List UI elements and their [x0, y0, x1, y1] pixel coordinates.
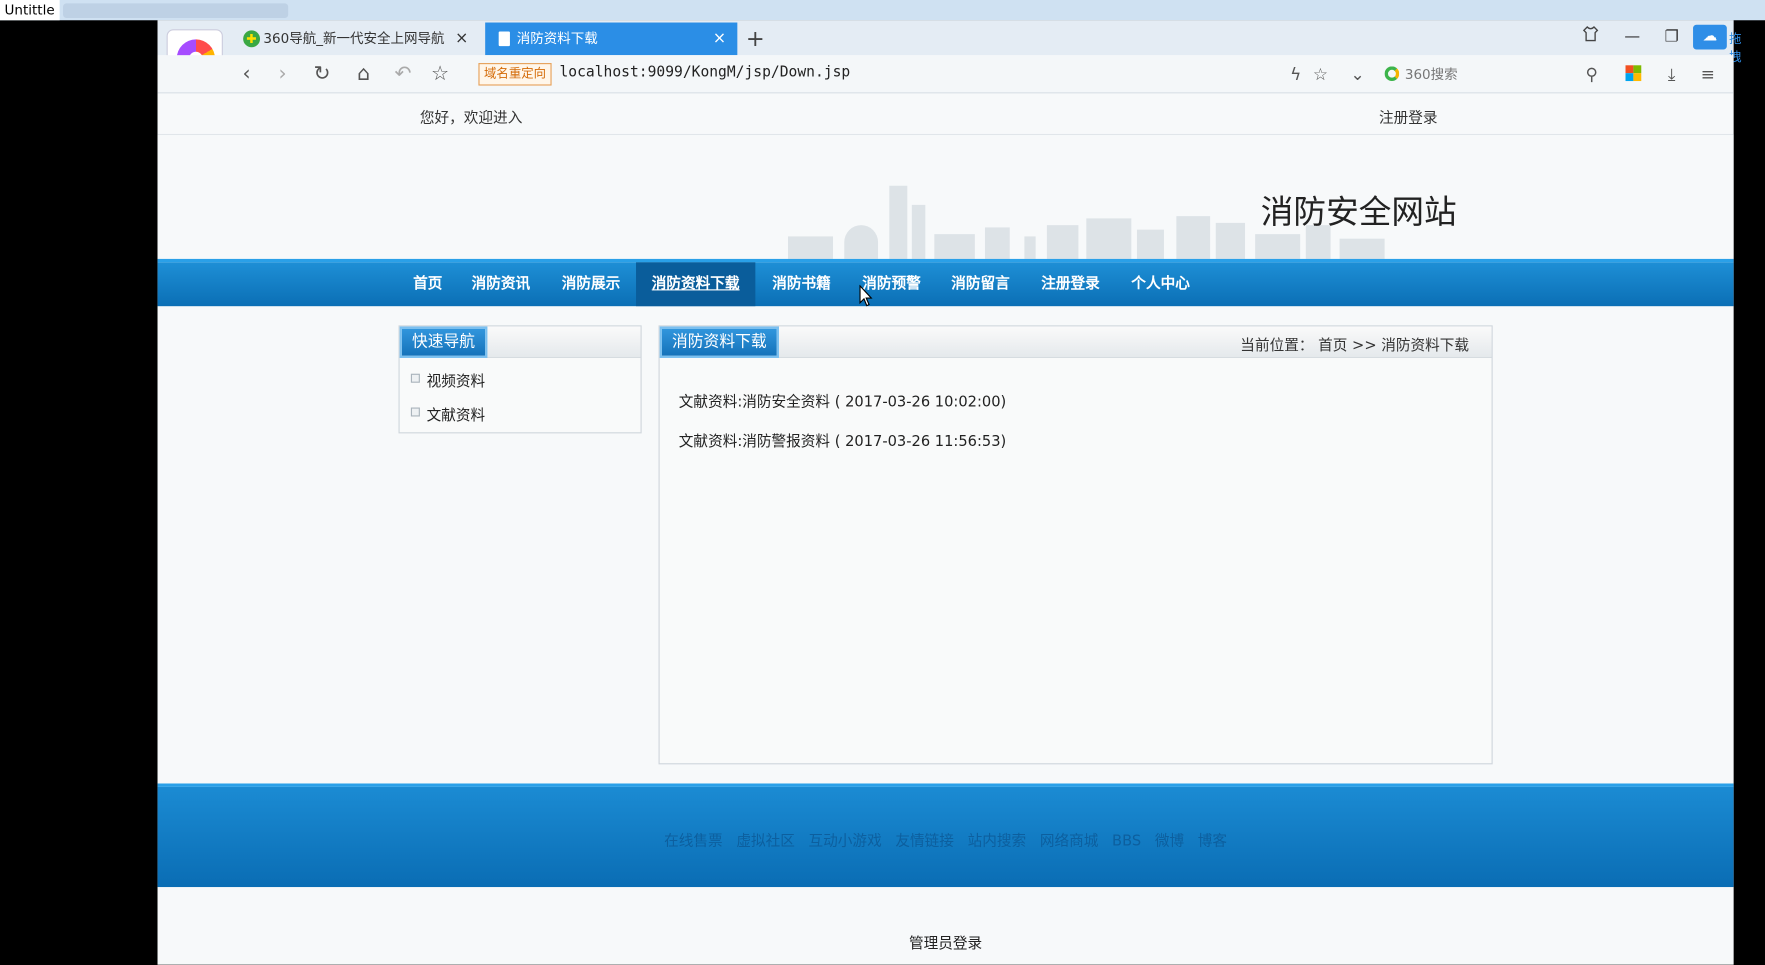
content-title: 消防资料下载 — [659, 326, 779, 358]
web-page: 您好，欢迎进入 注册登录 消防安全网站 首页 消防资讯 消防展示 消防资料下载 … — [157, 93, 1734, 965]
tab-label: 360导航_新一代安全上网导航 — [263, 30, 445, 47]
reload-icon[interactable]: ↻ — [307, 60, 336, 89]
nav-item-news[interactable]: 消防资讯 — [462, 262, 541, 306]
new-tab-button[interactable]: + — [744, 23, 767, 55]
footer-link[interactable]: 虚拟社区 — [736, 833, 795, 850]
main-nav: 首页 消防资讯 消防展示 消防资料下载 消防书籍 消防预警 消防留言 注册登录 … — [157, 258, 1734, 307]
site-title: 消防安全网站 — [1260, 192, 1457, 231]
os-title-bar: Untittle — [0, 0, 1765, 21]
favorite-star-icon[interactable]: ☆ — [426, 60, 455, 89]
footer-bar: 在线售票 虚拟社区 互动小游戏 友情链接 站内搜索 网络商城 BBS 微博 博客 — [157, 783, 1734, 888]
download-icon[interactable]: ⤓ — [1659, 62, 1684, 87]
nav-item-showcase[interactable]: 消防展示 — [552, 262, 631, 306]
undo-close-icon[interactable]: ↶ — [388, 60, 417, 89]
skin-icon[interactable] — [1571, 20, 1609, 55]
admin-login-link[interactable]: 管理员登录 — [158, 931, 1734, 952]
apps-icon[interactable] — [1625, 65, 1642, 82]
lightning-icon[interactable]: ϟ — [1283, 62, 1308, 87]
background-taskbar-item — [63, 3, 289, 19]
quick-nav-title: 快速导航 — [399, 326, 488, 358]
dropdown-chevron-icon[interactable]: ⌄ — [1345, 62, 1370, 87]
panel-header: 快速导航 — [399, 326, 641, 358]
footer-link[interactable]: BBS — [1112, 833, 1141, 850]
nav-item-books[interactable]: 消防书籍 — [762, 262, 841, 306]
footer-link[interactable]: 在线售票 — [664, 833, 723, 850]
os-window-title: Untittle — [0, 0, 60, 21]
home-icon[interactable]: ⌂ — [349, 60, 378, 89]
footer-link[interactable]: 互动小游戏 — [809, 833, 882, 850]
nav-item-downloads[interactable]: 消防资料下载 — [636, 262, 756, 307]
minimize-button[interactable]: — — [1613, 20, 1651, 55]
footer-link[interactable]: 微博 — [1155, 833, 1184, 850]
top-info-bar: 您好，欢迎进入 注册登录 — [157, 93, 1734, 136]
redirect-badge[interactable]: 域名重定向 — [478, 63, 552, 86]
360-search-icon — [1384, 66, 1400, 82]
nav-item-profile[interactable]: 个人中心 — [1121, 262, 1200, 306]
cloud-sync-icon[interactable]: ☁ — [1693, 24, 1727, 50]
mouse-cursor-icon — [859, 284, 873, 312]
site-banner: 消防安全网站 — [157, 135, 1734, 259]
content-panel: 消防资料下载 当前位置： 首页 >> 消防资料下载 文献资料:消防安全资料 ( … — [658, 325, 1493, 765]
quick-link-video[interactable]: 视频资料 — [427, 369, 486, 391]
address-input[interactable]: localhost:9099/KongM/jsp/Down.jsp — [559, 64, 850, 81]
quick-link-docs[interactable]: 文献资料 — [427, 403, 486, 425]
register-login-link[interactable]: 注册登录 — [1379, 106, 1438, 127]
nav-item-home[interactable]: 首页 — [403, 262, 453, 306]
footer-link[interactable]: 站内搜索 — [968, 833, 1027, 850]
bookmark-star-icon[interactable]: ☆ — [1308, 62, 1333, 87]
search-placeholder: 360搜索 — [1404, 66, 1458, 83]
nav-item-messages[interactable]: 消防留言 — [941, 262, 1020, 306]
footer-link[interactable]: 网络商城 — [1040, 833, 1099, 850]
footer-link[interactable]: 友情链接 — [895, 833, 954, 850]
restore-button[interactable]: ❐ — [1653, 20, 1691, 55]
bullet-icon — [410, 407, 420, 417]
screen: Untittle ✚ 360导航_新一代安全上网导航 × 消防资料下载 × + … — [0, 0, 1765, 965]
tab-fire-docs[interactable]: 消防资料下载 × — [485, 22, 738, 56]
panel-header: 消防资料下载 当前位置： 首页 >> 消防资料下载 — [659, 326, 1492, 358]
page-favicon-icon — [498, 31, 510, 47]
tab-label: 消防资料下载 — [516, 30, 598, 47]
list-item[interactable]: 文献资料:消防安全资料 ( 2017-03-26 10:02:00) — [679, 389, 1006, 411]
close-tab-icon[interactable]: × — [455, 23, 468, 56]
footer-link[interactable]: 博客 — [1198, 833, 1227, 850]
search-input[interactable]: 360搜索 — [1380, 62, 1605, 87]
breadcrumb: 当前位置： 首页 >> 消防资料下载 — [1240, 337, 1470, 355]
forward-icon[interactable]: › — [268, 60, 297, 89]
back-icon[interactable]: ‹ — [232, 60, 261, 89]
quick-nav-panel: 快速导航 视频资料 文献资料 — [398, 325, 642, 434]
greeting-text: 您好，欢迎进入 — [419, 110, 523, 128]
menu-icon[interactable]: ≡ — [1695, 62, 1720, 87]
footer-links: 在线售票 虚拟社区 互动小游戏 友情链接 站内搜索 网络商城 BBS 微博 博客 — [158, 829, 1734, 850]
tab-bar: ✚ 360导航_新一代安全上网导航 × 消防资料下载 × + — ❐ ☁ 拖拽 — [157, 20, 1741, 64]
tab-360-nav[interactable]: ✚ 360导航_新一代安全上网导航 × — [232, 23, 480, 56]
close-tab-icon[interactable]: × — [713, 23, 726, 56]
360-favicon-icon: ✚ — [243, 30, 261, 48]
list-item[interactable]: 文献资料:消防警报资料 ( 2017-03-26 11:56:53) — [679, 429, 1006, 450]
nav-item-register[interactable]: 注册登录 — [1031, 262, 1110, 306]
search-icon[interactable]: ⚲ — [1579, 62, 1604, 87]
address-toolbar: ‹ › ↻ ⌂ ↶ ☆ 域名重定向 localhost:9099/KongM/j… — [157, 55, 1734, 94]
browser-window: ✚ 360导航_新一代安全上网导航 × 消防资料下载 × + — ❐ ☁ 拖拽 … — [157, 20, 1741, 965]
bullet-icon — [410, 373, 420, 383]
